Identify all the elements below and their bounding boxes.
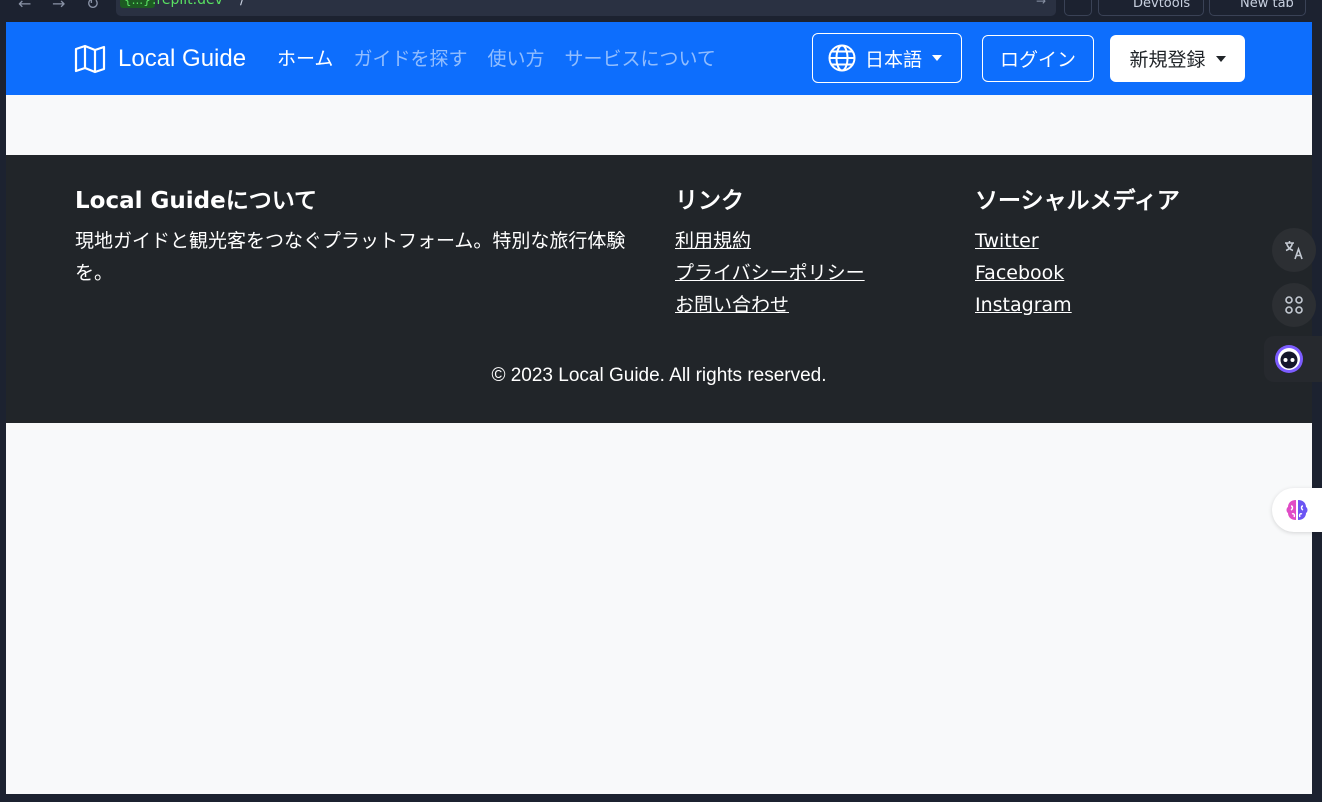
assistant-face-icon — [1275, 345, 1303, 373]
devtools-button[interactable]: Devtools — [1098, 0, 1204, 16]
language-label: 日本語 — [865, 48, 923, 71]
footer-link-contact[interactable]: お問い合わせ — [675, 289, 955, 321]
footer-link-privacy[interactable]: プライバシーポリシー — [675, 257, 955, 289]
language-dropdown[interactable]: 日本語 — [812, 33, 962, 83]
forward-arrow-icon[interactable]: → — [52, 0, 65, 13]
main-nav: ホーム ガイドを探す 使い方 サービスについて — [277, 44, 716, 74]
footer-about: Local Guideについて 現地ガイドと観光客をつなぐプラットフォーム。特別… — [75, 185, 650, 289]
apps-grid-icon[interactable] — [1272, 283, 1316, 327]
footer-about-title: Local Guideについて — [75, 188, 318, 214]
copyright-text: © 2023 Local Guide. All rights reserved. — [491, 365, 827, 386]
url-badge: {...} — [120, 0, 155, 8]
footer-link-instagram[interactable]: Instagram — [975, 289, 1255, 321]
brand-name: Local Guide — [118, 45, 247, 72]
footer-about-text: 現地ガイドと観光客をつなぐプラットフォーム。特別な旅行体験を。 — [75, 230, 626, 284]
nav-link-about-service[interactable]: サービスについて — [564, 44, 715, 74]
signup-dropdown-button[interactable]: 新規登録 — [1110, 35, 1245, 82]
caret-down-icon — [1215, 55, 1226, 62]
new-tab-label: New tab — [1240, 0, 1294, 11]
login-button[interactable]: ログイン — [982, 35, 1094, 82]
caret-down-icon — [932, 55, 943, 61]
reload-icon[interactable]: ↻ — [86, 0, 99, 13]
footer-social: ソーシャルメディア Twitter Facebook Instagram — [975, 185, 1255, 321]
back-arrow-icon[interactable]: ← — [18, 0, 31, 13]
map-icon — [74, 44, 106, 74]
browser-toolbar: ← → ↻ {...} .replit.dev / → Devtools New… — [0, 0, 1322, 22]
address-bar[interactable]: {...} .replit.dev / → — [116, 0, 1056, 16]
footer-links: リンク 利用規約 プライバシーポリシー お問い合わせ — [675, 185, 955, 321]
footer-link-twitter[interactable]: Twitter — [975, 225, 1255, 257]
signup-label: 新規登録 — [1129, 49, 1206, 71]
footer: Local Guideについて 現地ガイドと観光客をつなぐプラットフォーム。特別… — [6, 155, 1312, 423]
footer-link-facebook[interactable]: Facebook — [975, 257, 1255, 289]
nav-link-how-to-use[interactable]: 使い方 — [487, 44, 544, 74]
nav-link-home[interactable]: ホーム — [277, 44, 333, 74]
nav-link-find-guide[interactable]: ガイドを探す — [353, 44, 467, 74]
go-arrow-icon[interactable]: → — [1036, 0, 1046, 8]
brand-link[interactable]: Local Guide — [74, 44, 246, 74]
url-path: / — [240, 0, 245, 8]
page-viewport: Local Guide ホーム ガイドを探す 使い方 サービスについて 日本語 … — [6, 22, 1312, 794]
new-tab-button[interactable]: New tab — [1209, 0, 1306, 16]
brain-icon — [1286, 500, 1308, 520]
devtools-label: Devtools — [1133, 0, 1191, 11]
translate-icon[interactable] — [1272, 228, 1316, 272]
navbar: Local Guide ホーム ガイドを探す 使い方 サービスについて 日本語 … — [6, 22, 1312, 95]
login-label: ログイン — [999, 49, 1076, 71]
footer-social-title: ソーシャルメディア — [975, 188, 1180, 214]
globe-icon — [828, 44, 856, 72]
footer-links-title: リンク — [675, 188, 744, 214]
assistant-panel[interactable] — [1264, 336, 1322, 382]
url-host: .replit.dev — [152, 0, 223, 8]
footer-link-terms[interactable]: 利用規約 — [675, 225, 955, 257]
ai-brain-button[interactable] — [1272, 488, 1322, 532]
device-icon[interactable] — [1064, 0, 1092, 16]
